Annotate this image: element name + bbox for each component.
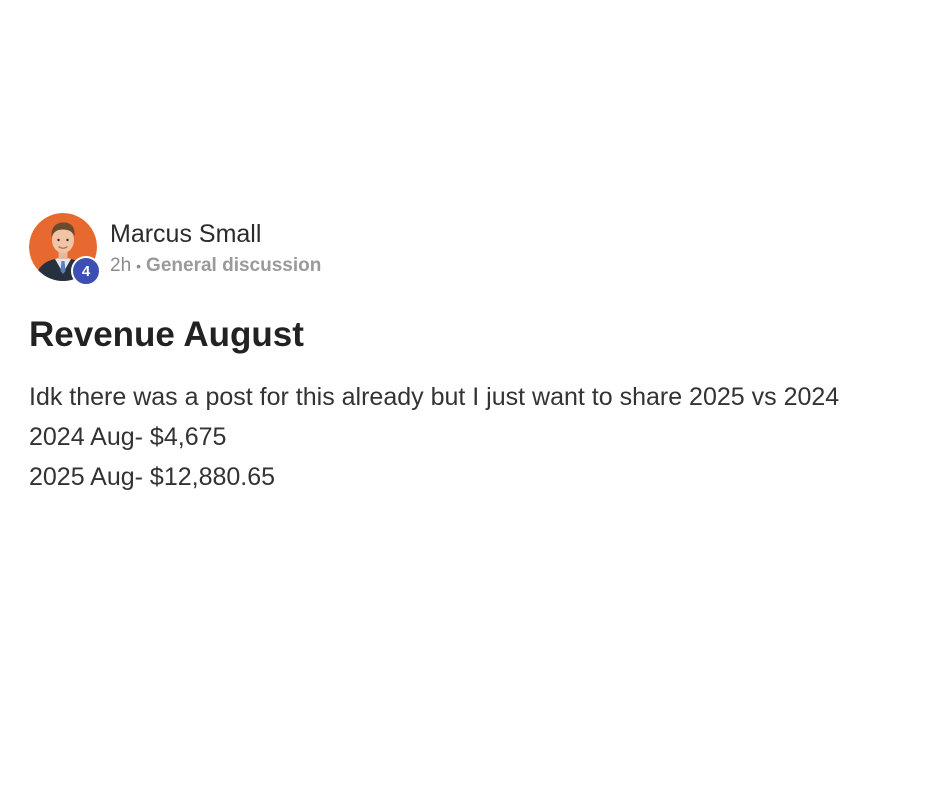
post-category[interactable]: General discussion: [146, 254, 321, 278]
post-title: Revenue August: [29, 315, 304, 354]
post-card: 4 Marcus Small 2h • General discussion R…: [29, 213, 919, 497]
author-info: Marcus Small 2h • General discussion: [110, 213, 321, 278]
post-meta: 2h • General discussion: [110, 254, 321, 278]
post-time: 2h: [110, 255, 132, 276]
post-header: 4 Marcus Small 2h • General discussion: [29, 213, 919, 286]
body-line: 2025 Aug- $12,880.65: [29, 463, 276, 491]
body-line: 2024 Aug- $4,675: [29, 423, 227, 451]
body-line: Idk there was a post for this already bu…: [29, 383, 840, 411]
author-name[interactable]: Marcus Small: [110, 218, 321, 250]
post-body: Idk there was a post for this already bu…: [29, 377, 919, 497]
author-avatar-wrapper[interactable]: 4: [29, 213, 101, 286]
meta-separator: •: [136, 258, 142, 274]
level-badge: 4: [71, 256, 101, 286]
